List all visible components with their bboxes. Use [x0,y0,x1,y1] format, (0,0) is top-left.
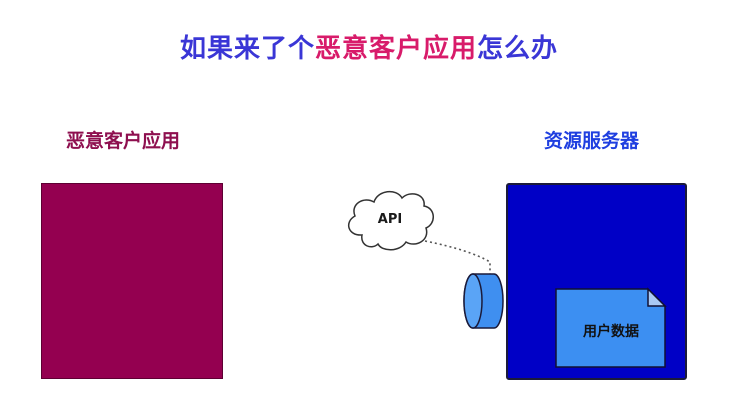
diagram-canvas [347,190,667,368]
api-label: API [377,212,403,227]
user-data-label: 用户数据 [583,324,639,340]
api-connector-line [424,240,491,274]
api-endpoint-cylinder [463,273,504,329]
